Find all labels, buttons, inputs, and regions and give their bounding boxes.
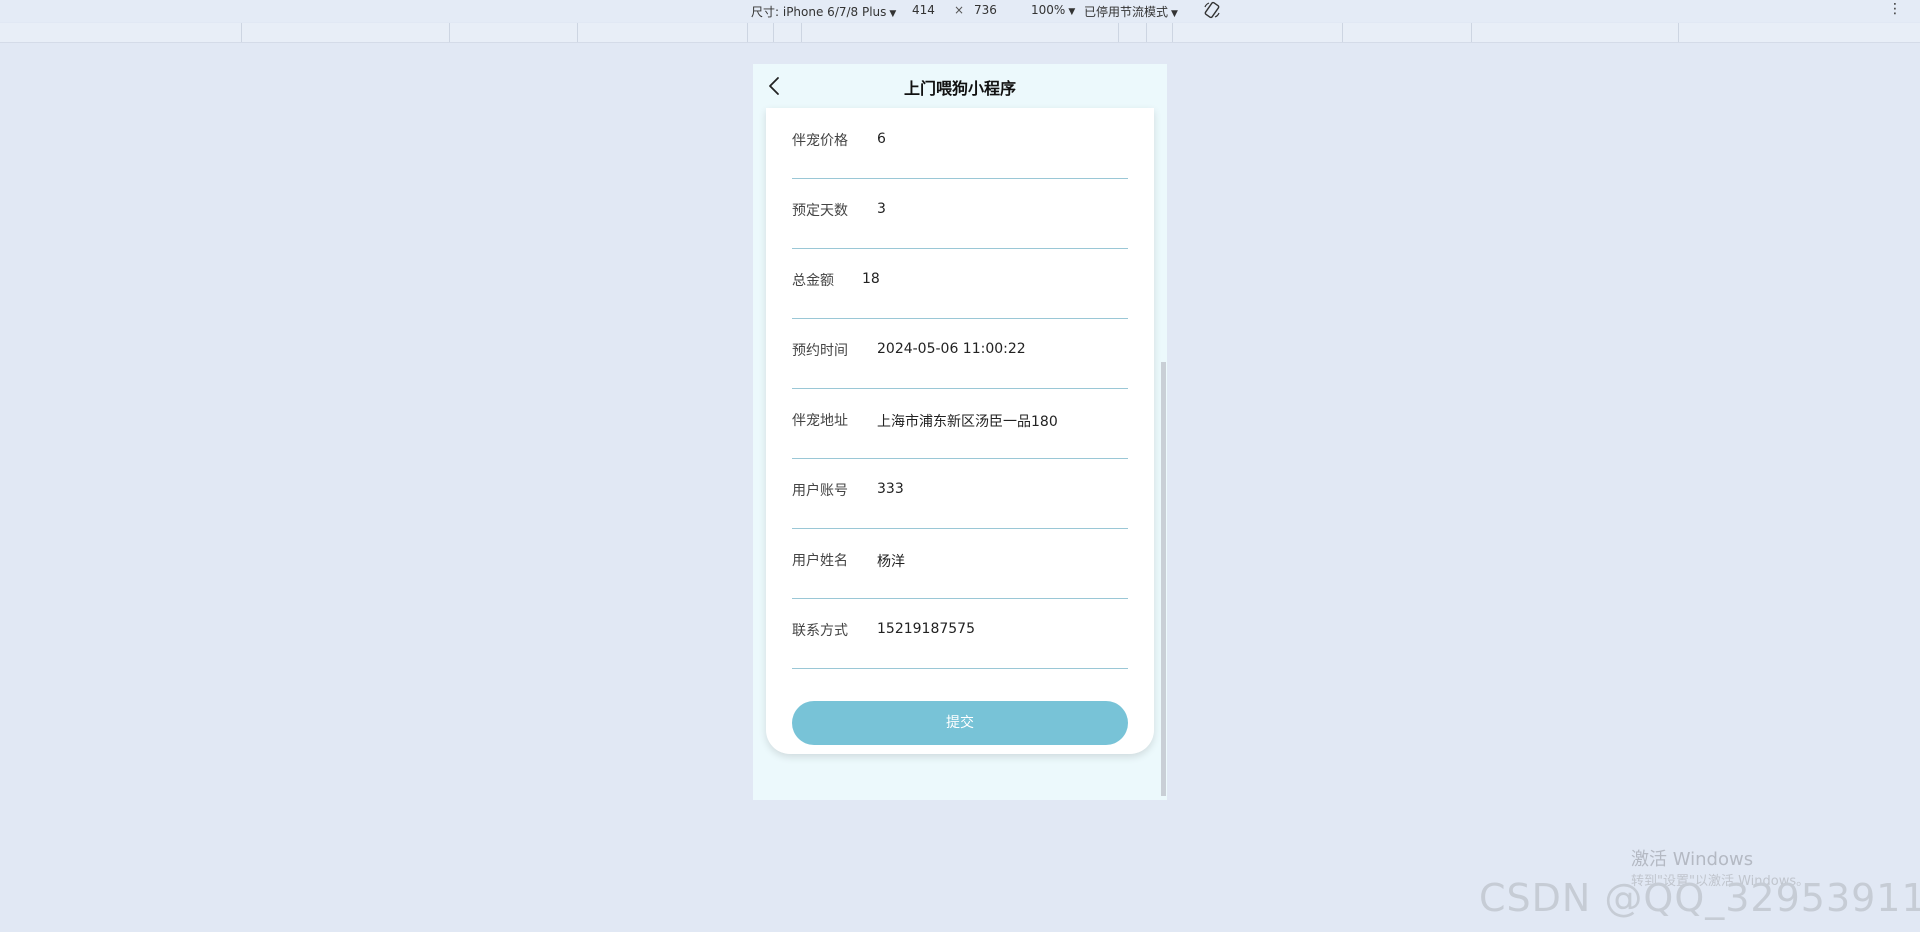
field-label: 用户姓名	[792, 553, 848, 569]
field-label: 用户账号	[792, 483, 848, 499]
form-field-appointment-time: 预约时间 2024-05-06 11:00:22	[792, 318, 1128, 389]
field-value-input[interactable]: 6	[877, 131, 886, 147]
form-field-total: 总金额 18	[792, 248, 1128, 319]
ruler-tick	[1172, 23, 1173, 42]
ruler-tick	[1678, 23, 1679, 42]
nav-bar: 上门喂狗小程序	[753, 64, 1167, 108]
form-field-address: 伴宠地址 上海市浦东新区汤臣一品180	[792, 388, 1128, 459]
form-field-user-account: 用户账号 333	[792, 458, 1128, 529]
throttle-label: 已停用节流模式	[1084, 5, 1169, 19]
field-value-input[interactable]: 3	[877, 201, 886, 217]
ruler-tick	[241, 23, 242, 42]
field-label: 总金额	[792, 273, 834, 289]
ruler-tick	[1146, 23, 1147, 42]
ruler-tick	[577, 23, 578, 42]
media-query-ruler	[0, 23, 1920, 43]
field-label: 伴宠价格	[792, 133, 848, 149]
throttle-select[interactable]: 已停用节流模式 ▼	[1084, 3, 1178, 20]
ruler-tick	[1342, 23, 1343, 42]
ruler-tick	[801, 23, 802, 42]
field-value-input[interactable]: 上海市浦东新区汤臣一品180	[877, 411, 1058, 431]
device-select-label: 尺寸: iPhone 6/7/8 Plus	[751, 5, 887, 19]
page-title: 上门喂狗小程序	[903, 79, 1016, 98]
zoom-label: 100%	[1031, 3, 1066, 17]
form-field-contact: 联系方式 15219187575	[792, 598, 1128, 669]
ruler-tick	[773, 23, 774, 42]
height-input[interactable]: 736	[974, 3, 997, 17]
field-label: 伴宠地址	[792, 413, 848, 429]
field-label: 预定天数	[792, 203, 848, 219]
device-select[interactable]: 尺寸: iPhone 6/7/8 Plus ▼	[751, 3, 896, 20]
chevron-down-icon: ▼	[1068, 7, 1076, 17]
form-field-user-name: 用户姓名 杨洋	[792, 528, 1128, 599]
ruler-tick	[449, 23, 450, 42]
form-field-pet-price: 伴宠价格 6	[792, 108, 1128, 179]
field-value-input[interactable]: 杨洋	[877, 551, 905, 571]
form-field-days: 预定天数 3	[792, 178, 1128, 249]
submit-button[interactable]: 提交	[792, 701, 1128, 745]
field-value-input[interactable]: 18	[862, 271, 880, 287]
devtools-device-toolbar: 尺寸: iPhone 6/7/8 Plus ▼ 414 × 736 100% ▼ 已…	[0, 0, 1920, 22]
field-value-input[interactable]: 333	[877, 481, 904, 497]
width-input[interactable]: 414	[912, 3, 935, 17]
zoom-select[interactable]: 100% ▼	[1031, 3, 1075, 17]
field-label: 联系方式	[792, 623, 848, 639]
ruler-tick	[1471, 23, 1472, 42]
chevron-down-icon: ▼	[889, 9, 897, 19]
field-value-input[interactable]: 2024-05-06 11:00:22	[877, 341, 1026, 357]
rotate-icon[interactable]	[1203, 1, 1221, 19]
phone-viewport: 上门喂狗小程序 伴宠价格 6 预定天数 3 总金额 18 预约时间 2024-0…	[753, 64, 1167, 800]
dimension-separator: ×	[954, 3, 965, 17]
csdn-watermark: CSDN @QQ_3295391197	[1479, 876, 1920, 920]
field-value-input[interactable]: 15219187575	[877, 621, 975, 637]
field-label: 预约时间	[792, 343, 848, 359]
form-card: 伴宠价格 6 预定天数 3 总金额 18 预约时间 2024-05-06 11:…	[766, 108, 1154, 754]
ruler-tick	[1118, 23, 1119, 42]
chevron-down-icon: ▼	[1171, 9, 1178, 19]
ruler-tick	[747, 23, 748, 42]
scrollbar[interactable]	[1161, 362, 1166, 796]
more-options-icon[interactable]: ⋮	[1888, 2, 1902, 16]
windows-activation-watermark: 激活 Windows	[1631, 849, 1754, 870]
